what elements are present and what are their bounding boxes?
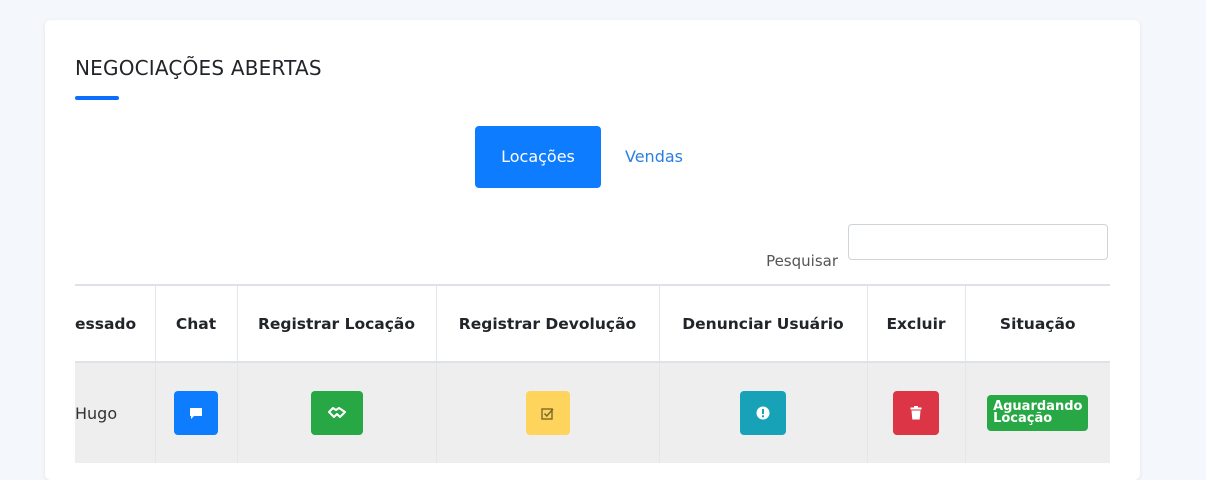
chat-button[interactable] [174, 391, 218, 435]
denunciar-usuario-button[interactable] [740, 391, 786, 435]
negotiations-table: essado Chat Registrar Locação Registrar … [75, 286, 1110, 463]
handshake-icon [327, 407, 346, 418]
registrar-devolucao-button[interactable] [525, 391, 570, 435]
col-header-situacao[interactable]: Situação [965, 286, 1110, 363]
excluir-button[interactable] [893, 391, 939, 435]
col-header-excluir[interactable]: Excluir [867, 286, 966, 363]
page-title: NEGOCIAÇÕES ABERTAS [75, 56, 322, 80]
negotiations-card: NEGOCIAÇÕES ABERTAS Locações Vendas Pesq… [45, 20, 1140, 480]
cell-denunciar-usuario [659, 362, 868, 463]
col-header-registrar-devolucao[interactable]: Registrar Devolução [436, 286, 660, 363]
exclamation-icon [756, 406, 770, 420]
status-badge-line2: Locação [993, 411, 1053, 426]
tab-locacoes[interactable]: Locações [475, 126, 601, 188]
chat-bubble-icon [190, 407, 202, 419]
status-badge: Aguardando Locação [987, 395, 1089, 431]
tab-vendas[interactable]: Vendas [625, 126, 683, 188]
col-header-denunciar-usuario[interactable]: Denunciar Usuário [659, 286, 868, 363]
search-label: Pesquisar [766, 252, 838, 270]
cell-interessado: Hugo [75, 362, 156, 463]
cell-situacao: Aguardando Locação [965, 362, 1110, 463]
table-row: Hugo Aguardando Locação [75, 362, 1110, 463]
checkbox-icon [541, 407, 554, 420]
title-underline [75, 96, 119, 100]
cell-registrar-locacao [237, 362, 437, 463]
col-header-chat[interactable]: Chat [155, 286, 238, 363]
cell-registrar-devolucao [436, 362, 660, 463]
col-header-registrar-locacao[interactable]: Registrar Locação [237, 286, 437, 363]
cell-excluir [867, 362, 966, 463]
trash-icon [910, 406, 922, 420]
table-header-row: essado Chat Registrar Locação Registrar … [75, 286, 1110, 363]
registrar-locacao-button[interactable] [310, 391, 363, 435]
search-input[interactable] [848, 224, 1108, 260]
col-header-interessado[interactable]: essado [75, 286, 156, 363]
cell-chat [155, 362, 238, 463]
